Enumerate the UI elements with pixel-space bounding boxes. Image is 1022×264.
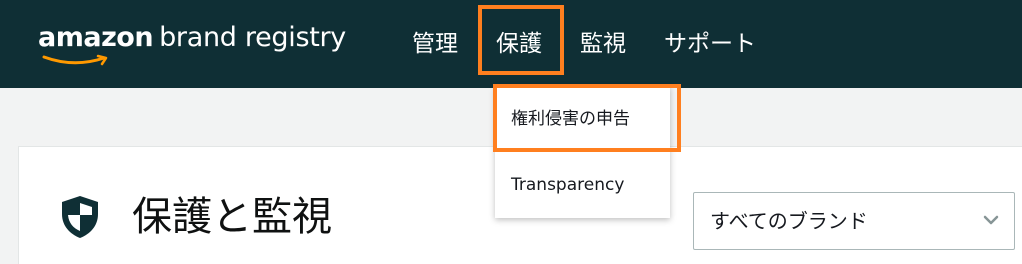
nav-item-manage[interactable]: 管理 — [412, 24, 458, 64]
amazon-brand-registry-logo[interactable]: amazon brand registry — [38, 22, 346, 66]
logo-amazon-text: amazon — [38, 22, 154, 53]
nav-item-support[interactable]: サポート — [664, 24, 756, 64]
protect-dropdown-menu: 権利侵害の申告 Transparency — [495, 86, 670, 218]
nav-item-protect[interactable]: 保護 — [496, 24, 542, 64]
page-title: 保護と監視 — [132, 194, 332, 240]
shield-icon — [62, 196, 98, 238]
menu-item-transparency[interactable]: Transparency — [495, 160, 670, 210]
logo-brand-registry-text: brand registry — [159, 22, 346, 53]
menu-item-report-infringement[interactable]: 権利侵害の申告 — [495, 94, 670, 144]
top-navigation-bar: amazon brand registry 管理 保護 監視 サポート — [0, 0, 1022, 88]
amazon-smile-icon — [42, 54, 108, 66]
chevron-down-icon — [983, 215, 999, 225]
brand-select-dropdown[interactable]: すべてのブランド — [693, 192, 1015, 250]
brand-select-value: すべてのブランド — [710, 209, 868, 233]
nav-item-monitor[interactable]: 監視 — [580, 24, 626, 64]
